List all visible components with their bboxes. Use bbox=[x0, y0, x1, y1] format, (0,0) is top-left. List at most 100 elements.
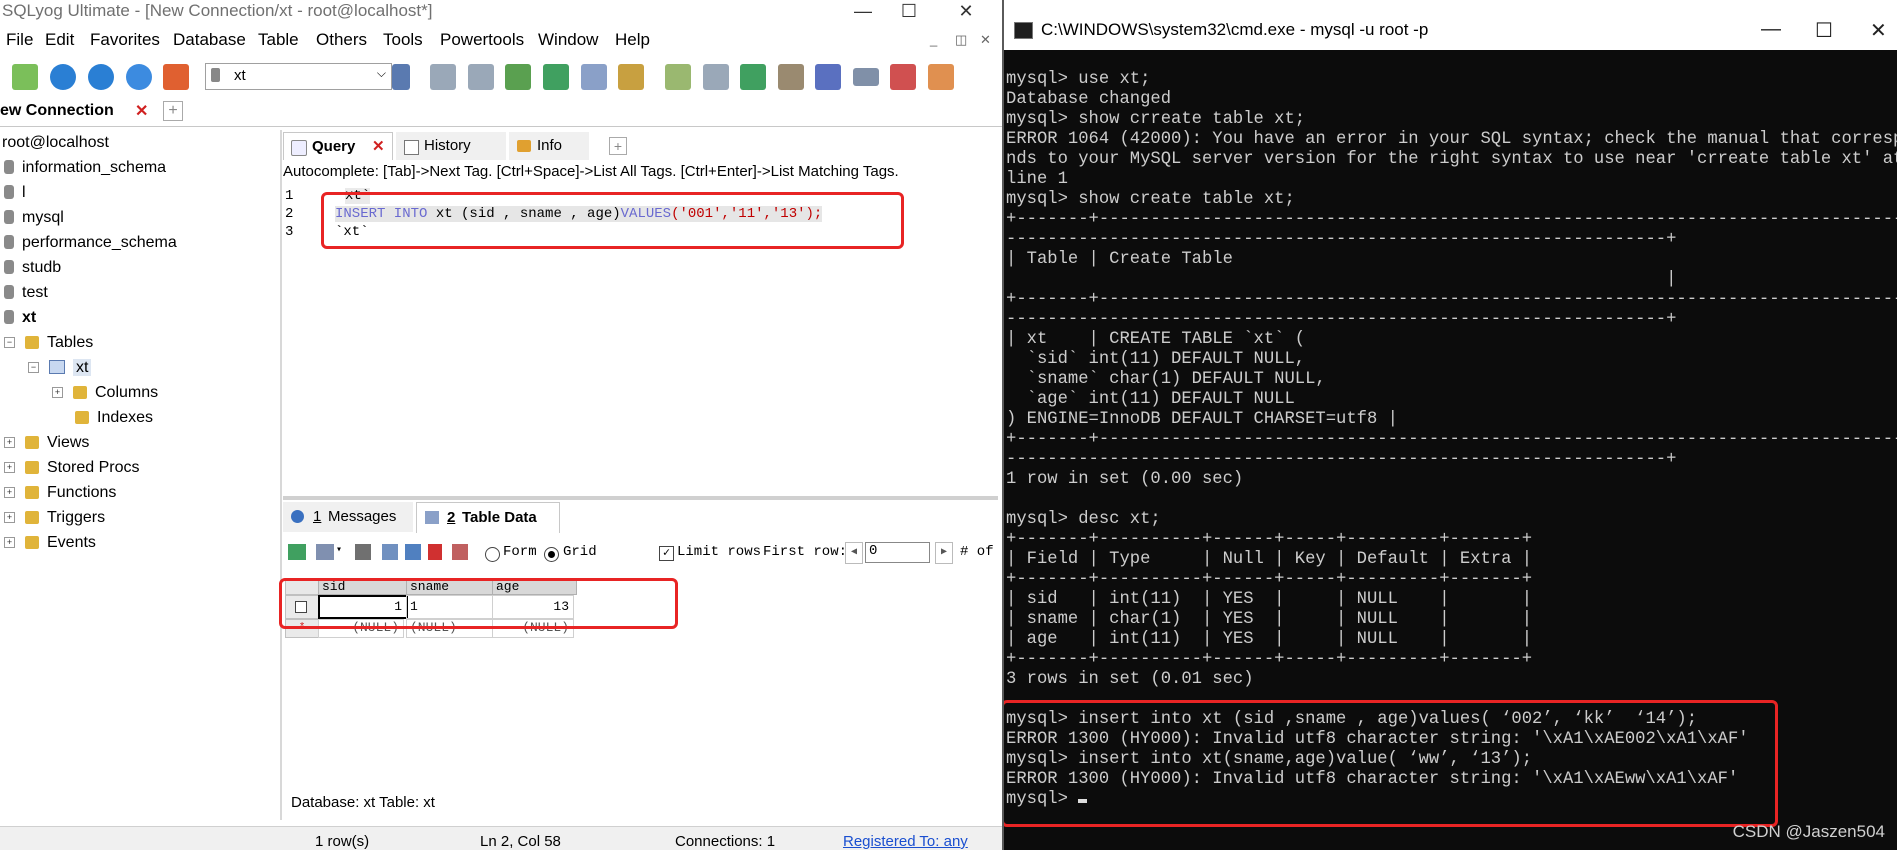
delete-icon[interactable] bbox=[428, 544, 442, 560]
minimize-button[interactable]: — bbox=[1761, 18, 1781, 41]
pane-splitter[interactable] bbox=[280, 130, 282, 820]
terminal-output[interactable]: mysql> use xt; Database changed mysql> sho… bbox=[1006, 70, 1897, 810]
expand-icon[interactable]: + bbox=[52, 387, 63, 398]
filter-icon[interactable] bbox=[355, 544, 371, 560]
collapse-icon[interactable]: − bbox=[4, 337, 15, 348]
cmd-titlebar: C:\WINDOWS\system32\cmd.exe - mysql -u r… bbox=[1004, 0, 1897, 50]
data-sync-icon[interactable] bbox=[703, 64, 729, 90]
tree-db-mysql[interactable]: mysql bbox=[4, 209, 64, 227]
menu-help[interactable]: Help bbox=[615, 30, 650, 50]
tab-info[interactable]: Info bbox=[509, 132, 589, 160]
tree-events-folder[interactable]: + Events bbox=[4, 534, 96, 552]
menu-window[interactable]: Window bbox=[538, 30, 598, 50]
tree-db-xt[interactable]: xt bbox=[4, 309, 36, 327]
maximize-button[interactable]: ☐ bbox=[1815, 18, 1833, 43]
tab-history[interactable]: History bbox=[396, 132, 506, 160]
tab-query[interactable]: Query ✕ bbox=[283, 132, 393, 160]
terminal-line: line 1 bbox=[1006, 170, 1068, 189]
prev-page-button[interactable]: ◀ bbox=[845, 542, 863, 564]
shapes-icon[interactable] bbox=[163, 64, 189, 90]
mdi-restore-button[interactable]: ◫ bbox=[955, 32, 967, 48]
tree-indexes-folder[interactable]: Indexes bbox=[75, 409, 153, 427]
diagram-icon[interactable] bbox=[928, 64, 954, 90]
close-button[interactable]: ✕ bbox=[1870, 18, 1887, 43]
main-toolbar bbox=[0, 58, 1002, 98]
limit-rows-checkbox[interactable]: ✓ bbox=[659, 546, 674, 561]
menu-tools[interactable]: Tools bbox=[383, 30, 423, 50]
database-icon bbox=[4, 160, 14, 174]
save-icon[interactable] bbox=[405, 544, 421, 560]
expand-icon[interactable]: + bbox=[4, 487, 15, 498]
mdi-minimize-button[interactable]: _ bbox=[930, 32, 937, 47]
new-connection-icon[interactable] bbox=[12, 64, 38, 90]
menu-edit[interactable]: Edit bbox=[45, 30, 74, 50]
menu-file[interactable]: File bbox=[6, 30, 33, 50]
tree-views-folder[interactable]: + Views bbox=[4, 434, 89, 452]
expand-icon[interactable]: + bbox=[4, 462, 15, 473]
connection-tab[interactable]: ew Connection ✕ + bbox=[0, 100, 190, 124]
execute-all-icon[interactable] bbox=[88, 64, 114, 90]
terminal-line: | xt | CREATE TABLE `xt` ( bbox=[1006, 330, 1306, 349]
close-button[interactable]: ✕ bbox=[946, 0, 986, 26]
tree-db-studb[interactable]: studb bbox=[4, 259, 61, 277]
import-rows-icon[interactable] bbox=[288, 544, 306, 560]
query-builder-icon[interactable] bbox=[853, 68, 879, 86]
jobs-icon[interactable] bbox=[778, 64, 804, 90]
expand-icon[interactable]: + bbox=[4, 512, 15, 523]
expand-icon[interactable]: + bbox=[4, 437, 15, 448]
first-row-input[interactable]: 0 bbox=[865, 542, 930, 563]
editor-splitter[interactable] bbox=[283, 496, 998, 500]
chevron-down-icon: ⌵ bbox=[376, 66, 386, 80]
migration-icon[interactable] bbox=[740, 64, 766, 90]
cancel-icon[interactable] bbox=[452, 544, 468, 560]
mdi-close-button[interactable]: ✕ bbox=[980, 32, 991, 48]
tab-messages[interactable]: 1 Messages bbox=[283, 502, 413, 532]
refresh-icon[interactable] bbox=[126, 64, 152, 90]
schema-icon[interactable] bbox=[618, 64, 644, 90]
tree-functions-folder[interactable]: + Functions bbox=[4, 484, 116, 502]
execute-query-icon[interactable] bbox=[50, 64, 76, 90]
export-rows-icon[interactable] bbox=[316, 544, 334, 560]
tree-db-test[interactable]: test bbox=[4, 284, 48, 302]
menu-table[interactable]: Table bbox=[258, 30, 299, 50]
chevron-down-icon[interactable]: ▾ bbox=[336, 544, 342, 556]
tree-db-performance-schema[interactable]: performance_schema bbox=[4, 234, 177, 252]
menu-powertools[interactable]: Powertools bbox=[440, 30, 524, 50]
next-page-button[interactable]: ▶ bbox=[935, 542, 953, 564]
database-selector[interactable]: xt ⌵ bbox=[205, 63, 392, 90]
menu-database[interactable]: Database bbox=[173, 30, 246, 50]
registered-link[interactable]: Registered To: any bbox=[843, 833, 968, 850]
maximize-button[interactable]: ☐ bbox=[889, 0, 929, 26]
tree-procs-folder[interactable]: + Stored Procs bbox=[4, 459, 139, 477]
grid-radio[interactable] bbox=[544, 547, 559, 562]
tree-db-information-schema[interactable]: information_schema bbox=[4, 159, 166, 177]
tree-triggers-folder[interactable]: + Triggers bbox=[4, 509, 105, 527]
add-tab-icon[interactable]: + bbox=[609, 137, 627, 155]
user-manager-icon[interactable] bbox=[392, 64, 410, 90]
add-tab-icon[interactable]: + bbox=[163, 101, 183, 121]
designer-icon[interactable] bbox=[890, 64, 916, 90]
sync-icon[interactable] bbox=[665, 64, 691, 90]
close-tab-icon[interactable]: ✕ bbox=[135, 101, 148, 121]
tree-columns-folder[interactable]: + Columns bbox=[52, 384, 158, 402]
form-radio[interactable] bbox=[485, 547, 500, 562]
import-icon[interactable] bbox=[505, 64, 531, 90]
minimize-button[interactable]: — bbox=[843, 0, 883, 26]
tree-table-xt[interactable]: − xt bbox=[28, 359, 92, 377]
export-icon[interactable] bbox=[543, 64, 569, 90]
tab-table-data[interactable]: 2 Table Data bbox=[416, 502, 560, 533]
terminal-line: ----------------------------------------… bbox=[1006, 310, 1677, 329]
menu-others[interactable]: Others bbox=[316, 30, 367, 50]
tree-root[interactable]: root@localhost bbox=[2, 134, 109, 152]
add-row-icon[interactable] bbox=[382, 544, 398, 560]
menu-favorites[interactable]: Favorites bbox=[90, 30, 160, 50]
backup-db-icon[interactable] bbox=[430, 64, 456, 90]
tree-db-l[interactable]: l bbox=[4, 184, 26, 202]
tree-tables-folder[interactable]: − Tables bbox=[4, 334, 93, 352]
expand-icon[interactable]: + bbox=[4, 537, 15, 548]
close-tab-icon[interactable]: ✕ bbox=[372, 133, 385, 161]
restore-db-icon[interactable] bbox=[468, 64, 494, 90]
collapse-icon[interactable]: − bbox=[28, 362, 39, 373]
table-grid-icon[interactable] bbox=[581, 64, 607, 90]
scheduler-icon[interactable] bbox=[815, 64, 841, 90]
